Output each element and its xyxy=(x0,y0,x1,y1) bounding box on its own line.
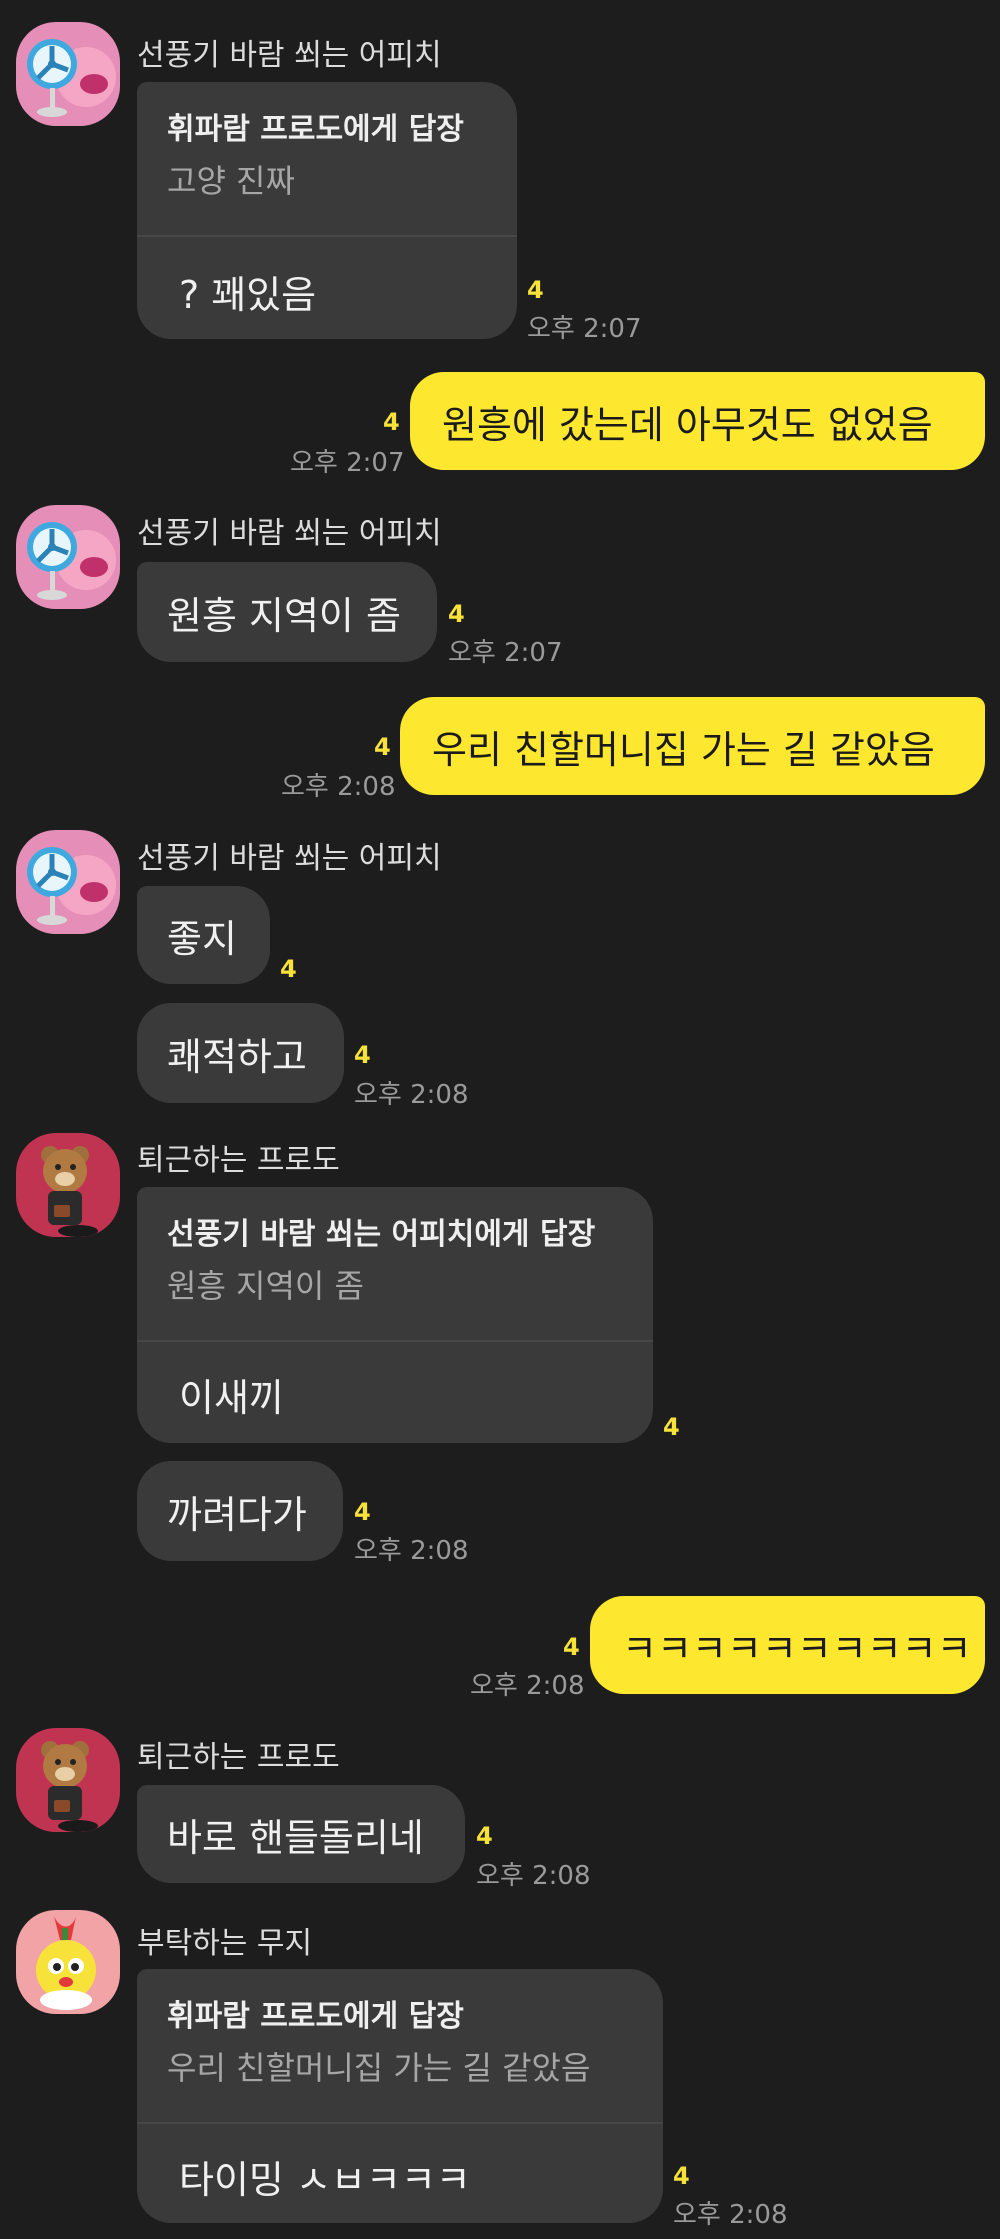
unread-count: 4 xyxy=(374,733,391,761)
reply-divider xyxy=(137,235,517,237)
reply-message-bubble[interactable]: 선풍기 바람 쐬는 어피치에게 답장 원흥 지역이 좀 이새끼 xyxy=(137,1187,653,1443)
message-text: 까려다가 xyxy=(167,1492,307,1537)
reply-target-label: 선풍기 바람 쐬는 어피치에게 답장 xyxy=(167,1217,596,1252)
unread-count: 4 xyxy=(354,1041,371,1069)
unread-count: 4 xyxy=(280,955,297,983)
message-bubble[interactable]: 좋지 xyxy=(137,886,270,984)
my-message-bubble[interactable]: 원흥에 갔는데 아무것도 없었음 xyxy=(410,372,985,470)
message-text: ㅋㅋㅋㅋㅋㅋㅋㅋㅋㅋ xyxy=(622,1626,972,1671)
unread-count: 4 xyxy=(563,1633,580,1661)
message-text: 원흥에 갔는데 아무것도 없었음 xyxy=(442,402,933,447)
message-text: 좋지 xyxy=(167,916,237,961)
message-time: 오후 2:08 xyxy=(476,1861,591,1891)
message-text: 우리 친할머니집 가는 길 같았음 xyxy=(432,727,935,772)
unread-count: 4 xyxy=(663,1413,680,1441)
message-time: 오후 2:07 xyxy=(448,638,563,668)
message-bubble[interactable]: 까려다가 xyxy=(137,1461,343,1561)
unread-count: 4 xyxy=(476,1822,493,1850)
apeach-fan-avatar[interactable] xyxy=(16,830,120,934)
reply-target-label: 휘파람 프로도에게 답장 xyxy=(167,112,464,147)
frodo-avatar[interactable] xyxy=(16,1728,120,1832)
frodo-avatar[interactable] xyxy=(16,1133,120,1237)
reply-message-bubble[interactable]: 휘파람 프로도에게 답장 고양 진짜 ? 꽤있음 xyxy=(137,82,517,339)
message-bubble[interactable]: 쾌적하고 xyxy=(137,1003,344,1103)
sender-name: 선풍기 바람 쐬는 어피치 xyxy=(137,516,442,551)
unread-count: 4 xyxy=(383,408,400,436)
sender-name: 부탁하는 무지 xyxy=(137,1926,313,1961)
message-bubble[interactable]: 바로 핸들돌리네 xyxy=(137,1785,465,1883)
message-bubble[interactable]: 원흥 지역이 좀 xyxy=(137,562,437,662)
reply-divider xyxy=(137,2122,663,2124)
sender-name: 선풍기 바람 쐬는 어피치 xyxy=(137,841,442,876)
message-text: 쾌적하고 xyxy=(167,1034,307,1079)
apeach-fan-avatar[interactable] xyxy=(16,22,120,126)
quoted-message[interactable]: 우리 친할머니집 가는 길 같았음 xyxy=(167,2043,633,2089)
message-time: 오후 2:07 xyxy=(290,448,405,478)
unread-count: 4 xyxy=(673,2162,690,2190)
chat-room[interactable]: 선풍기 바람 쐬는 어피치 휘파람 프로도에게 답장 고양 진짜 ? 꽤있음 4… xyxy=(0,0,1000,2239)
message-text: 이새끼 xyxy=(179,1376,284,1420)
reply-divider xyxy=(137,1340,653,1342)
unread-count: 4 xyxy=(527,276,544,304)
message-time: 오후 2:08 xyxy=(354,1536,469,1566)
apeach-fan-avatar[interactable] xyxy=(16,505,120,609)
message-text: ? 꽤있음 xyxy=(179,273,317,317)
sender-name: 퇴근하는 프로도 xyxy=(137,1143,340,1178)
sender-name: 선풍기 바람 쐬는 어피치 xyxy=(137,38,442,73)
unread-count: 4 xyxy=(354,1498,371,1526)
muzi-avatar[interactable] xyxy=(16,1910,120,2014)
my-message-bubble[interactable]: 우리 친할머니집 가는 길 같았음 xyxy=(400,697,985,795)
message-time: 오후 2:08 xyxy=(354,1080,469,1110)
message-time: 오후 2:08 xyxy=(281,772,396,802)
quoted-message[interactable]: 고양 진짜 xyxy=(167,156,487,202)
my-message-bubble[interactable]: ㅋㅋㅋㅋㅋㅋㅋㅋㅋㅋ xyxy=(590,1596,985,1694)
sender-name: 퇴근하는 프로도 xyxy=(137,1740,340,1775)
message-text: 타이밍 ㅅㅂㅋㅋㅋ xyxy=(179,2158,471,2202)
reply-message-bubble[interactable]: 휘파람 프로도에게 답장 우리 친할머니집 가는 길 같았음 타이밍 ㅅㅂㅋㅋㅋ xyxy=(137,1969,663,2223)
message-time: 오후 2:08 xyxy=(470,1671,585,1701)
message-text: 바로 핸들돌리네 xyxy=(167,1815,424,1860)
message-time: 오후 2:07 xyxy=(527,314,642,344)
unread-count: 4 xyxy=(448,600,465,628)
message-text: 원흥 지역이 좀 xyxy=(167,593,401,638)
quoted-message[interactable]: 원흥 지역이 좀 xyxy=(167,1261,623,1307)
message-time: 오후 2:08 xyxy=(673,2200,788,2230)
reply-target-label: 휘파람 프로도에게 답장 xyxy=(167,1999,464,2034)
